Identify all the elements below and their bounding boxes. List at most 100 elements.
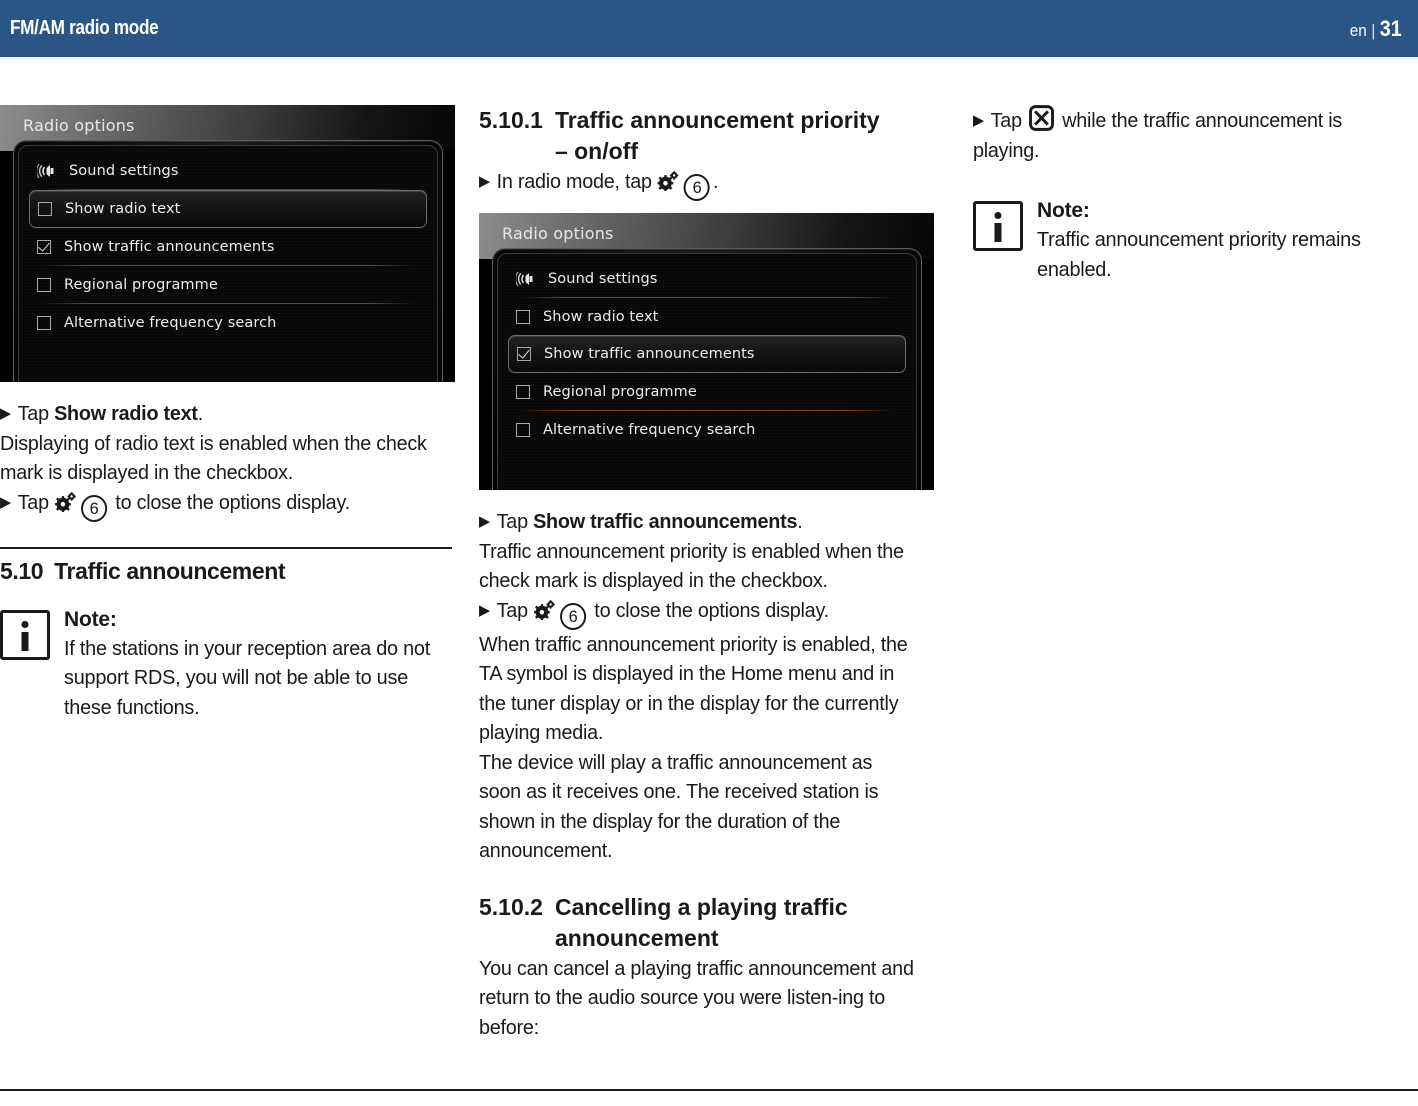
heading-5-10-1-number: 5.10.1 (479, 107, 543, 133)
heading-5-10-2-line2: announcement (554, 924, 719, 951)
step-text-post: . (197, 402, 204, 425)
step-text-post: to close the options display. (110, 490, 350, 514)
checkbox-checked-icon[interactable] (37, 239, 51, 254)
screenshot2-row-show-traffic-announcements[interactable]: Show traffic announcements (508, 335, 906, 373)
screenshot1-row-alternative-frequency-search[interactable]: Alternative frequency search (29, 304, 427, 341)
info-icon (0, 609, 50, 660)
bullet-arrow-icon: ▶ (479, 173, 490, 190)
step-text-pre: Tap (990, 109, 1028, 132)
heading-5-10-2-text: Cancelling a playing traffic announcemen… (555, 892, 848, 954)
callout-number-6: 6 (684, 174, 711, 201)
cancel-x-icon (1029, 105, 1055, 131)
screenshot2-row-show-radio-text[interactable]: Show radio text (508, 298, 906, 335)
note-body: Note: Traffic announcement priority rema… (1037, 197, 1418, 284)
column-right: ▶ Tap while the traffic announcement is p… (973, 105, 1418, 284)
step-text-post: . (797, 510, 803, 533)
screenshot1-row-show-radio-text[interactable]: Show radio text (29, 190, 427, 228)
settings-gear-icon (55, 491, 76, 512)
checkbox-unchecked-icon[interactable] (37, 315, 51, 330)
page-header-title: FM/AM radio mode (10, 17, 159, 39)
step-text-pre: Tap (17, 402, 55, 425)
heading-5-10: 5.10 Traffic announcement (0, 556, 452, 587)
settings-gear-icon (658, 171, 679, 191)
step-text-pre: Tap (17, 490, 55, 514)
callout-number-6: 6 (560, 602, 587, 630)
step-tap-cancel-while-playing: ▶ Tap while the traffic announcement is p… (973, 105, 1409, 165)
screenshot2-row-alternative-frequency-search[interactable]: Alternative frequency search (508, 411, 906, 448)
column-left: Radio options Sound settings Show radio … (0, 105, 455, 723)
step-tap-gear-close-options-left: ▶ Tap 6 to close the options display. (0, 488, 436, 522)
checkbox-unchecked-icon[interactable] (38, 202, 52, 216)
mid-paragraph-2: When traffic announcement priority is en… (479, 632, 908, 745)
screenshot2-label-show-traffic-announcements: Show traffic announcements (544, 346, 755, 362)
note-text: Traffic announcement priority remains en… (1037, 228, 1361, 281)
radio-options-screenshot-1: Radio options Sound settings Show radio … (0, 105, 455, 382)
heading-5-10-2-number: 5.10.2 (479, 893, 543, 920)
screenshot1-row-sound-settings[interactable]: Sound settings (29, 152, 427, 189)
step-text-post: to close the options display. (589, 598, 829, 622)
step-text-post: . (712, 170, 719, 193)
screenshot2-row-regional-programme[interactable]: Regional programme (508, 373, 906, 410)
checkbox-unchecked-icon[interactable] (37, 277, 51, 292)
heading-5-10-2: 5.10.2 Cancelling a playing traffic anno… (479, 892, 931, 954)
sound-speaker-icon (516, 271, 538, 287)
note-text: If the stations in your reception area d… (64, 636, 431, 719)
step-tap-gear-close-options-mid: ▶ Tap 6 to close the options display. (479, 596, 915, 630)
section-divider-rule (0, 546, 452, 549)
page-footer-rule (0, 1089, 1418, 1091)
note-title: Note: (64, 607, 117, 631)
screenshot2-list: Sound settings Show radio text Show traf… (497, 253, 917, 490)
checkbox-unchecked-icon[interactable] (516, 422, 530, 437)
step-text-bold: Show radio text (54, 402, 198, 425)
left-paragraph-1: Displaying of radio text is enabled when… (0, 431, 427, 485)
info-icon-stem (994, 223, 1002, 242)
heading-5-10-2-line1: Cancelling a playing traffic (554, 893, 848, 920)
screenshot1-panel: Sound settings Show radio text Show traf… (13, 140, 443, 382)
screenshot1-label-regional-programme: Regional programme (64, 276, 218, 293)
heading-5-10-1-line2: – on/off (554, 138, 638, 164)
column-middle: 5.10.1 Traffic announcement priority – o… (479, 105, 934, 1042)
info-icon-dot (21, 620, 29, 628)
mid-paragraph-1: Traffic announcement priority is enabled… (479, 539, 904, 593)
mid-paragraph-4: You can cancel a playing traffic announc… (479, 956, 914, 1039)
step-text-bold: Show traffic announcements (533, 510, 798, 533)
radio-options-screenshot-2: Radio options Sound settings Show radio … (479, 213, 934, 490)
screenshot1-title: Radio options (23, 116, 135, 135)
screenshot1-row-show-traffic-announcements[interactable]: Show traffic announcements (29, 228, 427, 265)
step-in-radio-mode-tap-gear: ▶ In radio mode, tap 6 . (479, 167, 915, 201)
screenshot1-row-regional-programme[interactable]: Regional programme (29, 266, 427, 303)
screenshot1-list: Sound settings Show radio text Show traf… (18, 145, 438, 382)
heading-5-10-1: 5.10.1 Traffic announcement priority – o… (479, 105, 931, 167)
checkbox-checked-icon[interactable] (517, 347, 531, 361)
bullet-arrow-icon: ▶ (0, 405, 11, 422)
screenshot2-label-regional-programme: Regional programme (543, 383, 697, 400)
screenshot2-title: Radio options (502, 224, 614, 243)
screenshot1-label-sound-settings: Sound settings (69, 162, 179, 179)
heading-5-10-text: Traffic announcement (54, 557, 286, 584)
info-icon (973, 201, 1023, 251)
screenshot2-label-sound-settings: Sound settings (548, 270, 658, 287)
heading-5-10-number: 5.10 (0, 557, 44, 584)
step-tap-show-traffic-announcements: ▶ Tap Show traffic announcements. (479, 507, 915, 537)
screenshot2-label-show-radio-text: Show radio text (543, 308, 659, 325)
page-number: 31 (1379, 15, 1402, 41)
sound-speaker-icon (37, 163, 59, 179)
heading-5-10-1-line1: Traffic announcement priority (554, 107, 880, 133)
bullet-arrow-icon: ▶ (0, 493, 11, 511)
step-text-pre: Tap (496, 598, 534, 622)
checkbox-unchecked-icon[interactable] (516, 309, 530, 324)
page-header-pagination: en | 31 (1350, 16, 1402, 42)
note-title: Note: (1037, 199, 1090, 222)
checkbox-unchecked-icon[interactable] (516, 384, 530, 399)
note-body: Note: If the stations in your reception … (64, 606, 452, 723)
callout-number-6: 6 (81, 494, 108, 522)
screenshot2-row-sound-settings[interactable]: Sound settings (508, 260, 906, 297)
note-box-priority-remains: Note: Traffic announcement priority rema… (973, 197, 1418, 284)
settings-gear-icon (534, 599, 555, 620)
step-text-pre: In radio mode, tap (496, 170, 658, 193)
screenshot2-panel: Sound settings Show radio text Show traf… (492, 248, 922, 490)
language-code: en (1349, 20, 1367, 40)
screenshot2-label-alternative-frequency-search: Alternative frequency search (543, 421, 756, 438)
step-text-pre: Tap (496, 510, 534, 533)
bullet-arrow-icon: ▶ (973, 112, 984, 129)
